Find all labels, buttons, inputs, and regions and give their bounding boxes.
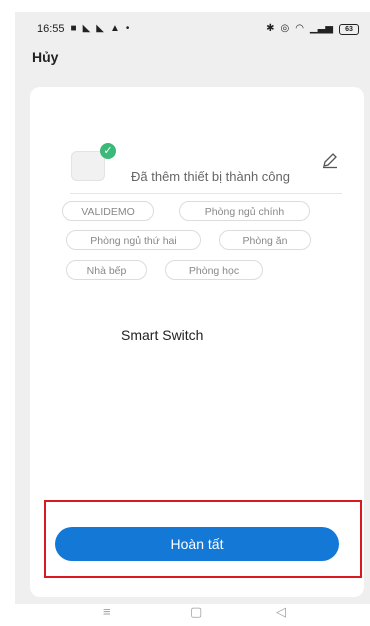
status-left: 16:55 ■ ◣ ◣ ▲ • xyxy=(37,23,129,35)
success-message: Đã thêm thiết bị thành công xyxy=(131,169,290,184)
wifi-icon: ◠ xyxy=(295,23,304,34)
cancel-button[interactable]: Hủy xyxy=(32,49,58,65)
status-time: 16:55 xyxy=(37,23,65,35)
device-name: Smart Switch xyxy=(121,327,204,343)
notification-icon: ◣ xyxy=(96,23,104,34)
navigation-bar: ≡ ▢ ◁ xyxy=(0,604,370,626)
bell-icon: ▲ xyxy=(109,23,120,34)
room-chip[interactable]: Phòng ngủ chính xyxy=(179,201,310,221)
check-icon: ✓ xyxy=(100,143,116,159)
message-icon: ■ xyxy=(70,23,77,34)
alarm-icon: ◎ xyxy=(280,23,290,34)
room-chip[interactable]: Phòng ăn xyxy=(219,230,311,250)
app-screen: 16:55 ■ ◣ ◣ ▲ • ✱ ◎ ◠ ▁▃▅ 63 Hủy ✓ Đã th… xyxy=(15,12,370,604)
bluetooth-icon: ✱ xyxy=(266,23,275,34)
done-button[interactable]: Hoàn tất xyxy=(55,527,339,561)
room-chip[interactable]: Phòng học xyxy=(165,260,263,280)
battery-icon: 63 xyxy=(339,23,359,35)
menu-icon[interactable]: ≡ xyxy=(103,604,111,619)
room-chip[interactable]: VALIDEMO xyxy=(62,201,154,221)
signal-icon: ▁▃▅ xyxy=(309,23,333,34)
status-bar: 16:55 ■ ◣ ◣ ▲ • ✱ ◎ ◠ ▁▃▅ 63 xyxy=(15,12,370,46)
notification-icon: ◣ xyxy=(82,23,91,34)
dot-icon: • xyxy=(125,23,130,34)
home-icon[interactable]: ▢ xyxy=(190,604,202,620)
room-chip[interactable]: Nhà bếp xyxy=(66,260,147,280)
device-row: ✓ Đã thêm thiết bị thành công xyxy=(70,143,342,194)
device-icon xyxy=(71,151,105,181)
pencil-icon[interactable] xyxy=(321,151,339,169)
room-chip[interactable]: Phòng ngủ thứ hai xyxy=(66,230,201,250)
back-icon[interactable]: ◁ xyxy=(276,604,286,620)
status-right: ✱ ◎ ◠ ▁▃▅ 63 xyxy=(266,23,359,35)
